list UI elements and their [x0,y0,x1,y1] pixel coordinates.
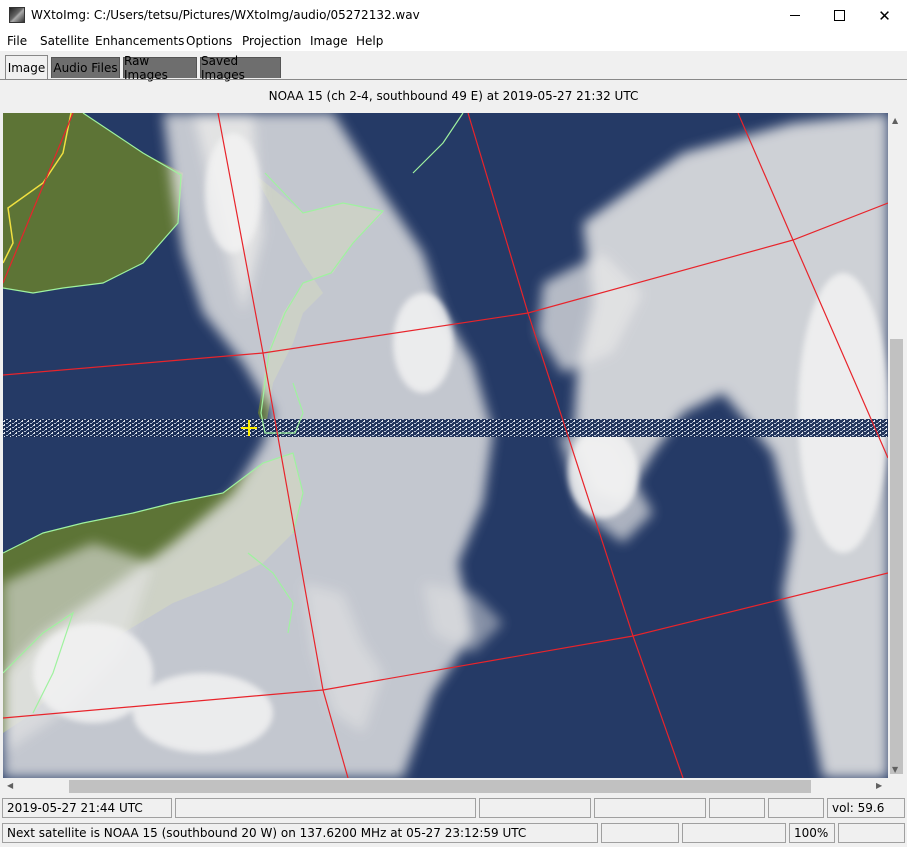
tab-audio-files[interactable]: Audio Files [51,57,120,78]
menu-image[interactable]: Image [310,34,348,48]
menu-enhancements[interactable]: Enhancements [95,34,184,48]
horizontal-scroll-thumb[interactable] [69,780,811,793]
image-title: NOAA 15 (ch 2-4, southbound 49 E) at 201… [268,89,639,103]
scroll-down-icon[interactable]: ▼ [892,765,898,774]
menu-bar: File Satellite Enhancements Options Proj… [0,31,907,51]
status-field-2 [175,798,476,818]
satellite-image-canvas [3,113,888,778]
vertical-scroll-thumb[interactable] [890,339,903,774]
close-button[interactable]: ✕ [862,0,907,31]
tab-image[interactable]: Image [5,55,48,80]
satellite-image[interactable] [3,113,888,778]
menu-satellite[interactable]: Satellite [40,34,89,48]
menu-options[interactable]: Options [186,34,232,48]
maximize-button[interactable] [817,0,862,31]
tab-raw-images[interactable]: Raw Images [123,54,197,82]
status-volume: vol: 59.6 [827,798,905,818]
status-field-5 [709,798,765,818]
menu-file[interactable]: File [7,34,27,48]
scroll-up-icon[interactable]: ▲ [892,116,898,125]
status-time: 2019-05-27 21:44 UTC [2,798,172,818]
window-title: WXtoImg: C:/Users/tetsu/Pictures/WXtoImg… [31,8,420,22]
status-field-8 [601,823,679,843]
close-icon: ✕ [878,6,891,25]
status-field-3 [479,798,591,818]
maximize-icon [834,10,845,21]
signal-noise-band [3,419,888,437]
app-icon [9,7,25,23]
status-field-11 [838,823,905,843]
scroll-left-icon[interactable]: ◀ [7,781,13,790]
minimize-button[interactable] [772,0,817,31]
menu-help[interactable]: Help [356,34,383,48]
tab-bar: Image Audio Files Raw Images Saved Image… [0,51,907,82]
tab-saved-images[interactable]: Saved Images [200,54,281,82]
status-field-6 [768,798,824,818]
minimize-icon [789,15,800,16]
menu-projection[interactable]: Projection [242,34,301,48]
scroll-right-icon[interactable]: ▶ [876,781,882,790]
horizontal-scrollbar[interactable]: ◀ ▶ [3,778,888,795]
status-next-satellite: Next satellite is NOAA 15 (southbound 20… [2,823,598,843]
status-field-9 [682,823,786,843]
title-bar: WXtoImg: C:/Users/tetsu/Pictures/WXtoImg… [0,0,907,31]
vertical-scrollbar[interactable]: ▲ ▼ [888,113,905,778]
status-field-4 [594,798,706,818]
status-zoom: 100% [789,823,835,843]
